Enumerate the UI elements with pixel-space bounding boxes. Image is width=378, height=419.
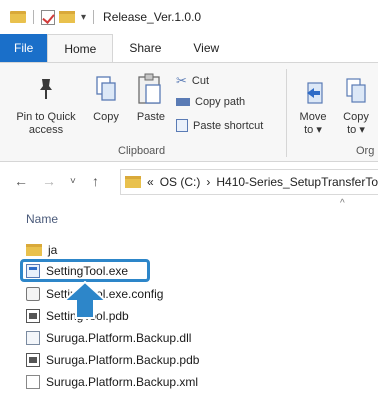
- move-sub-row: to ▾: [292, 124, 334, 137]
- folder-icon: [26, 244, 42, 256]
- move-to-button[interactable]: Move to ▾: [292, 111, 334, 137]
- cut-button[interactable]: ✂ Cut: [176, 73, 209, 89]
- address-bar[interactable]: « OS (C:) › H410-Series_SetupTransferTo: [120, 169, 378, 195]
- list-item[interactable]: ja: [26, 240, 57, 260]
- cut-label: Cut: [191, 75, 210, 87]
- title-bar: ▾ Release_Ver.1.0.0: [0, 0, 378, 34]
- pdb-icon: [26, 309, 40, 323]
- breadcrumb-separator[interactable]: ›: [206, 175, 210, 189]
- list-item[interactable]: Suruga.Platform.Backup.dll: [26, 328, 191, 348]
- folder-icon: [10, 11, 26, 23]
- recent-locations-icon[interactable]: ˅: [70, 176, 76, 187]
- list-item[interactable]: Suruga.Platform.Backup.pdb: [26, 350, 199, 370]
- tab-file[interactable]: File: [0, 34, 48, 62]
- group-divider: [286, 69, 287, 157]
- pin-icon: [40, 79, 52, 99]
- file-name: ja: [48, 243, 58, 257]
- copy-sub-row: to ▾: [336, 124, 376, 137]
- copy-path-icon: [176, 98, 190, 106]
- move-to-icon: [307, 82, 323, 104]
- clipboard-group-label: Clipboard: [118, 145, 166, 157]
- scissors-icon: ✂: [176, 73, 187, 88]
- paste-shortcut-icon: [176, 119, 188, 132]
- tab-view[interactable]: View: [177, 34, 235, 62]
- pin-label-line1: Pin to Quick: [16, 111, 76, 123]
- copy-button[interactable]: Copy: [88, 111, 124, 124]
- dropdown-caret-icon: ▾: [356, 124, 365, 136]
- ribbon-panel: Pin to Quick access Copy Paste ✂ Cut Cop…: [0, 62, 378, 162]
- highlight-box: [20, 259, 150, 282]
- copy-icon: [96, 76, 116, 101]
- paste-icon: [138, 73, 161, 104]
- dropdown-caret-icon: ▾: [313, 124, 322, 136]
- move-label: Move: [299, 111, 327, 123]
- column-header-name[interactable]: Name: [26, 212, 58, 226]
- breadcrumb-drive[interactable]: OS (C:): [160, 175, 201, 189]
- window-title: Release_Ver.1.0.0: [103, 10, 202, 24]
- paste-shortcut-button[interactable]: Paste shortcut: [176, 119, 263, 132]
- divider: [33, 10, 34, 24]
- divider: [93, 10, 95, 24]
- navigation-bar: ← → ˅ ↑ « OS (C:) › H410-Series_SetupTra…: [0, 162, 378, 202]
- file-name: Suruga.Platform.Backup.dll: [46, 331, 192, 345]
- copy-to-button[interactable]: Copy to ▾: [336, 111, 376, 137]
- tab-home[interactable]: Home: [47, 34, 114, 62]
- xml-icon: [26, 375, 40, 389]
- paste-button[interactable]: Paste: [131, 111, 171, 124]
- pin-to-quick-access-button[interactable]: Pin to Quick access: [2, 111, 90, 137]
- properties-check-icon[interactable]: [41, 9, 55, 25]
- breadcrumb-overflow[interactable]: «: [147, 175, 154, 189]
- copy-to-sub-label: to: [347, 124, 357, 136]
- list-item[interactable]: Suruga.Platform.Backup.xml: [26, 372, 198, 392]
- pin-label-line2: access: [28, 124, 64, 136]
- file-name: Suruga.Platform.Backup.pdb: [46, 353, 200, 367]
- quick-access-dropdown-icon[interactable]: ▾: [81, 12, 86, 23]
- copy-path-label: Copy path: [195, 96, 246, 108]
- copy-to-icon: [346, 78, 366, 103]
- ribbon-tabs: File Home Share View: [0, 34, 378, 62]
- forward-arrow-icon[interactable]: →: [42, 173, 56, 189]
- new-folder-icon[interactable]: [59, 11, 75, 23]
- pdb-icon: [26, 353, 40, 367]
- paste-shortcut-label: Paste shortcut: [193, 119, 264, 132]
- organize-group-label: Org: [356, 145, 375, 157]
- back-arrow-icon[interactable]: ←: [14, 173, 28, 189]
- pointer-arrow-icon: [62, 281, 108, 319]
- config-icon: [26, 287, 40, 301]
- folder-icon: [125, 176, 141, 188]
- tab-share[interactable]: Share: [113, 34, 177, 62]
- file-name: Suruga.Platform.Backup.xml: [46, 375, 199, 389]
- breadcrumb-folder[interactable]: H410-Series_SetupTransferTo: [216, 175, 378, 189]
- copy-to-label: Copy: [343, 111, 369, 123]
- copy-path-button[interactable]: Copy path: [176, 96, 245, 108]
- sort-caret-icon: ^: [340, 198, 345, 209]
- dll-icon: [26, 331, 40, 345]
- move-sub-label: to: [304, 124, 314, 136]
- up-arrow-icon[interactable]: ↑: [92, 173, 99, 189]
